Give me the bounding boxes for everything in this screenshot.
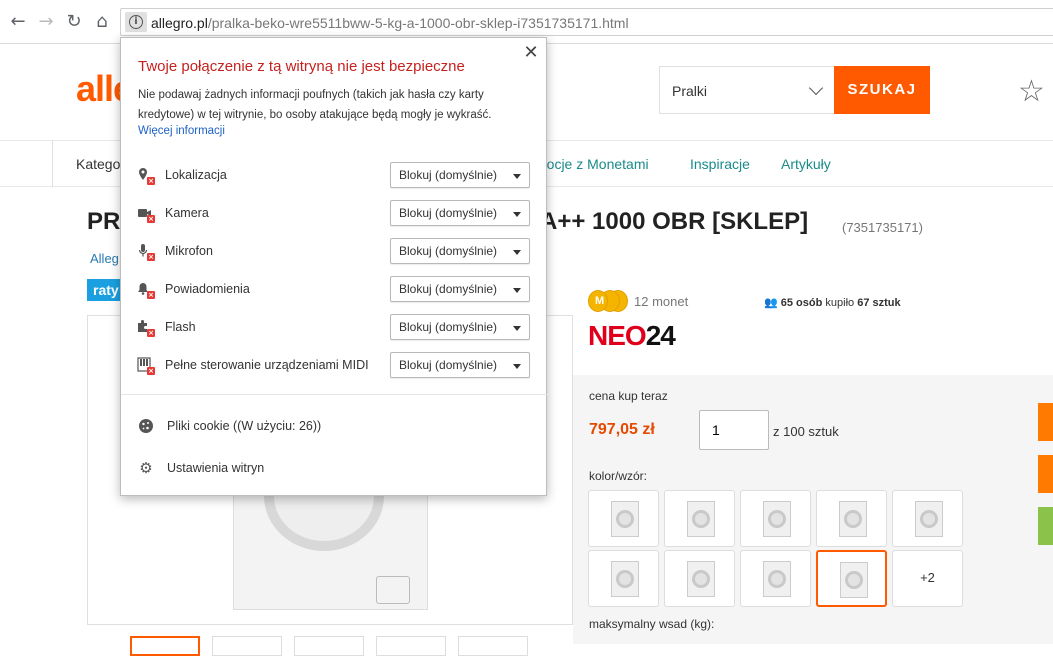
popup-divider [121,394,548,395]
gallery-thumb[interactable] [294,636,364,656]
permission-row-microphone: × Mikrofon Blokuj (domyślnie) [121,236,548,266]
max-load-label: maksymalny wsad (kg): [589,617,715,631]
raty-badge[interactable]: raty [87,279,123,301]
color-variant[interactable] [664,550,735,607]
nav-divider [52,140,53,187]
back-arrow-icon[interactable]: ← [6,10,30,34]
nav-categories[interactable]: Katego [76,156,120,172]
gallery-thumb[interactable] [212,636,282,656]
permission-select-notifications[interactable]: Blokuj (domyślnie) [390,276,530,302]
permission-select-microphone[interactable]: Blokuj (domyślnie) [390,238,530,264]
gallery-thumb[interactable] [376,636,446,656]
close-icon[interactable]: ✕ [521,43,541,63]
price-label: cena kup teraz [589,389,668,403]
caret-down-icon [513,288,521,293]
permission-row-location: × Lokalizacja Blokuj (domyślnie) [121,160,548,190]
color-variant[interactable] [664,490,735,547]
address-bar[interactable]: i allegro.pl/pralka-beko-wre5511bww-5-kg… [120,8,1053,36]
color-variant[interactable] [740,490,811,547]
washer-detergent-drawer [376,576,410,604]
color-variant-selected[interactable] [816,550,887,607]
color-label: kolor/wzór: [589,469,648,483]
color-variant[interactable] [588,490,659,547]
notifications-blocked-icon: × [137,281,155,299]
product-image-washing-machine[interactable] [233,441,428,610]
location-blocked-icon: × [137,167,155,185]
permission-row-flash: × Flash Blokuj (domyślnie) [121,312,548,342]
nav-coin-promotions[interactable]: mocje z Monetami [535,156,649,172]
home-icon[interactable]: ⌂ [90,10,114,34]
caret-down-icon [513,250,521,255]
site-info-button[interactable]: i [125,12,147,32]
flash-plugin-blocked-icon: × [137,319,155,337]
coin-icon: M [588,290,608,312]
more-variants-button[interactable]: +2 [892,550,963,607]
reload-icon[interactable]: ↻ [62,10,86,34]
seller-logo[interactable]: NEO24 [588,320,676,352]
caret-down-icon [513,326,521,331]
category-select-value: Pralki [672,83,708,99]
caret-down-icon [513,212,521,217]
nav-inspirations[interactable]: Inspiracje [690,156,750,172]
breadcrumb[interactable]: Alleg [90,251,119,266]
caret-down-icon [513,364,521,369]
coins-count: 12 monet [634,294,689,309]
more-info-link[interactable]: Więcej informacji [138,125,225,137]
chevron-down-icon [808,80,824,96]
product-title: A++ 1000 OBR [SKLEP] [540,208,809,235]
gallery-thumb[interactable] [458,636,528,656]
cookies-row[interactable]: Pliki cookie ((W użyciu: 26)) [121,411,548,441]
price: 797,05 zł [589,421,655,438]
url-text[interactable]: allegro.pl/pralka-beko-wre5511bww-5-kg-a… [151,15,629,31]
bought-info: 👥 65 osób kupiło 67 sztuk [764,296,901,309]
camera-blocked-icon: × [137,205,155,223]
info-icon: i [129,15,143,29]
forward-arrow-icon[interactable]: → [34,10,58,34]
color-variant[interactable] [588,550,659,607]
microphone-blocked-icon: × [137,243,155,261]
category-select[interactable]: Pralki [659,66,835,114]
popup-description: Nie podawaj żadnych informacji poufnych … [138,89,492,121]
midi-blocked-icon: × [137,357,155,375]
search-button[interactable]: SZUKAJ [834,66,930,114]
product-title-start: PR [87,208,121,235]
color-variant[interactable] [816,490,887,547]
star-icon[interactable]: ☆ [1018,74,1045,109]
quantity-available: z 100 sztuk [773,424,839,439]
color-variant[interactable] [892,490,963,547]
permission-select-location[interactable]: Blokuj (domyślnie) [390,162,530,188]
caret-down-icon [513,174,521,179]
offer-id: (7351735171) [842,220,923,235]
cookie-icon [137,417,155,435]
side-action-button[interactable] [1038,403,1053,441]
permission-select-flash[interactable]: Blokuj (domyślnie) [390,314,530,340]
nav-articles[interactable]: Artykuły [781,156,831,172]
permission-row-midi: × Pełne sterowanie urządzeniami MIDI Blo… [121,350,548,380]
popup-title: Twoje połączenie z tą witryną nie jest b… [138,58,465,75]
gallery-thumb[interactable] [130,636,200,656]
coins-icon: M [588,290,632,312]
side-action-button[interactable] [1038,455,1053,493]
gear-icon: ⚙ [139,459,153,477]
site-info-popup: Twoje połączenie z tą witryną nie jest b… [120,37,548,496]
permission-row-notifications: × Powiadomienia Blokuj (domyślnie) [121,274,548,304]
quantity-input[interactable] [699,410,769,450]
permission-select-camera[interactable]: Blokuj (domyślnie) [390,200,530,226]
permission-row-camera: × Kamera Blokuj (domyślnie) [121,198,548,228]
color-variant[interactable] [740,550,811,607]
people-icon: 👥 [764,296,778,309]
site-settings-row[interactable]: ⚙ Ustawienia witryn [121,453,548,483]
side-action-button[interactable] [1038,507,1053,545]
permission-select-midi[interactable]: Blokuj (domyślnie) [390,352,530,378]
